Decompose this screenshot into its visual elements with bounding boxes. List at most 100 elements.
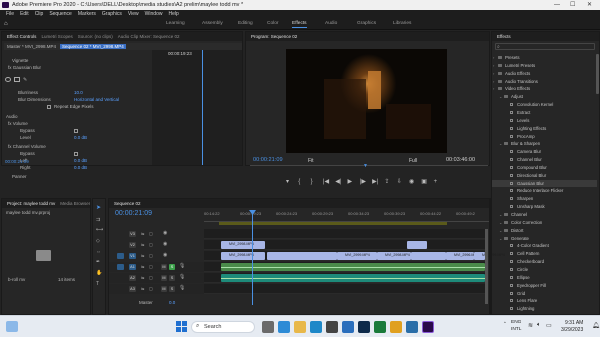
- workspace-tab-audio[interactable]: Audio: [325, 18, 337, 30]
- quality-dropdown[interactable]: Full: [409, 158, 417, 164]
- home-icon[interactable]: ⌂: [4, 18, 8, 30]
- weather-icon[interactable]: [6, 321, 18, 332]
- expand-chevron-icon[interactable]: ›: [493, 62, 494, 69]
- expand-chevron-icon[interactable]: ›: [493, 54, 494, 61]
- windows-start-icon[interactable]: [176, 321, 187, 332]
- volume-icon[interactable]: 🔈︎: [537, 322, 541, 329]
- ec-tab-2[interactable]: Source: (no clips): [78, 34, 113, 39]
- workspace-tab-learning[interactable]: Learning: [166, 18, 185, 30]
- marker-icon[interactable]: ▾: [286, 179, 289, 186]
- ec-tab-0[interactable]: Effect Controls: [7, 34, 36, 39]
- ec-checkbox[interactable]: [74, 129, 78, 133]
- compare-icon[interactable]: ▣: [421, 179, 427, 186]
- effects-item[interactable]: Channel Blur: [492, 156, 597, 163]
- rectangle-mask-icon[interactable]: [14, 77, 20, 82]
- video-clip[interactable]: MVI_2998.MP4: [221, 241, 265, 249]
- selection-tool-icon[interactable]: ➤: [96, 204, 101, 211]
- go-to-out-icon[interactable]: ▶|: [372, 179, 378, 186]
- timeline-tab[interactable]: Sequence 02: [114, 201, 141, 206]
- pen-mask-icon[interactable]: ✎: [23, 77, 27, 83]
- battery-icon[interactable]: ▭: [546, 322, 552, 329]
- effects-item[interactable]: Eyedropper Fill: [492, 282, 597, 289]
- program-scrubber[interactable]: [250, 165, 488, 166]
- ec-tab-1[interactable]: Lumetri Scopes: [41, 34, 72, 39]
- effects-item[interactable]: Reduce Interlace Flicker: [492, 187, 597, 194]
- menu-sequence[interactable]: Sequence: [49, 11, 72, 17]
- audio-clip[interactable]: [221, 263, 485, 271]
- menu-graphics[interactable]: Graphics: [102, 11, 122, 17]
- effects-item[interactable]: Lighting Effects: [492, 125, 597, 132]
- ec-checkbox[interactable]: [74, 152, 78, 156]
- ec-playhead[interactable]: [202, 50, 203, 165]
- timeline-scrollbar[interactable]: [485, 229, 488, 304]
- effects-item[interactable]: Sharpen: [492, 195, 597, 202]
- effects-item[interactable]: › Presets: [492, 54, 597, 61]
- video-clip[interactable]: MVI_2998.MP4: [221, 252, 265, 260]
- effects-item[interactable]: ⌄ Blur & Sharpen: [492, 140, 597, 147]
- effects-item[interactable]: Lightning: [492, 305, 597, 312]
- workspace-tab-effects[interactable]: Effects: [292, 18, 307, 30]
- video-clip[interactable]: [407, 241, 427, 249]
- ec-row-value[interactable]: 0.0 dB: [74, 135, 87, 140]
- expand-chevron-icon[interactable]: ⌄: [499, 93, 502, 100]
- effects-item[interactable]: ⌄ Channel: [492, 211, 597, 218]
- ec-timeline[interactable]: 00:00:19:23: [152, 50, 242, 165]
- wifi-icon[interactable]: ≋: [528, 322, 533, 329]
- program-timecode[interactable]: 00:00:21:09: [253, 157, 283, 163]
- slip-tool-icon[interactable]: ⇔: [96, 249, 101, 255]
- ec-sequence-label[interactable]: Sequence 02 * MVI_2998.MP4: [60, 44, 126, 49]
- expand-chevron-icon[interactable]: ›: [493, 78, 494, 85]
- taskbar-search-input[interactable]: ⌕ Search: [191, 321, 255, 333]
- expand-chevron-icon[interactable]: ⌄: [499, 235, 502, 242]
- ec-row-value[interactable]: 0.0 dB: [74, 158, 87, 163]
- out-point-icon[interactable]: }: [311, 179, 313, 186]
- ec-row-value[interactable]: Horizontal and Vertical: [74, 97, 119, 102]
- go-to-in-icon[interactable]: |◀: [323, 179, 329, 186]
- extract-icon[interactable]: ⇩: [397, 179, 402, 186]
- spotify-icon[interactable]: [374, 321, 386, 333]
- step-back-icon[interactable]: ◀|: [335, 179, 341, 186]
- clock-date[interactable]: 3/29/2023: [561, 327, 583, 333]
- project-tab-1[interactable]: Media Browser: [60, 201, 90, 206]
- ellipse-mask-icon[interactable]: [5, 77, 11, 82]
- workspace-tab-graphics[interactable]: Graphics: [357, 18, 376, 30]
- effects-item[interactable]: Levels: [492, 117, 597, 124]
- play-icon[interactable]: ▶: [348, 179, 353, 186]
- video-clip[interactable]: MVI_299.MP4: [474, 252, 505, 260]
- word-icon[interactable]: [406, 321, 418, 333]
- file-explorer-icon[interactable]: [294, 321, 306, 333]
- step-forward-icon[interactable]: |▶: [360, 179, 366, 186]
- project-tab-0[interactable]: Project: maylee todd mv: [7, 201, 55, 206]
- menu-help[interactable]: Help: [168, 11, 178, 17]
- chrome-icon[interactable]: [390, 321, 402, 333]
- effects-item[interactable]: Directional Blur: [492, 172, 597, 179]
- language-top[interactable]: ENG: [511, 320, 521, 325]
- notifications-icon[interactable]: 🔔︎: [592, 322, 600, 329]
- video-clip[interactable]: MVI_2996.MP4: [446, 252, 479, 260]
- menu-markers[interactable]: Markers: [78, 11, 96, 17]
- effects-item[interactable]: › Audio Transitions: [492, 78, 597, 85]
- clock-time[interactable]: 9:31 AM: [565, 320, 583, 326]
- video-clip[interactable]: [267, 252, 337, 260]
- effects-item[interactable]: Convolution Kernel: [492, 101, 597, 108]
- menu-clip[interactable]: Clip: [35, 11, 44, 17]
- ec-timecode[interactable]: 00:00:21:09: [5, 159, 29, 164]
- effects-item[interactable]: ⌄ Generate: [492, 235, 597, 242]
- ripple-edit-tool-icon[interactable]: ⟷: [96, 227, 103, 233]
- effects-item[interactable]: › Audio Effects: [492, 70, 597, 77]
- effects-item[interactable]: Circle: [492, 266, 597, 273]
- type-tool-icon[interactable]: T: [96, 281, 99, 287]
- timeline-playhead[interactable]: [252, 210, 253, 305]
- timeline-timecode[interactable]: 00:00:21:09: [115, 210, 152, 217]
- expand-chevron-icon[interactable]: ›: [493, 70, 494, 77]
- expand-chevron-icon[interactable]: ⌄: [499, 227, 502, 234]
- workspace-tab-libraries[interactable]: Libraries: [393, 18, 411, 30]
- minimize-button[interactable]: —: [554, 0, 560, 10]
- photoshop-icon[interactable]: [358, 321, 370, 333]
- pen-tool-icon[interactable]: ✒: [96, 259, 100, 265]
- workspace-tab-editing[interactable]: Editing: [238, 18, 253, 30]
- ec-row-value[interactable]: 0.0 dB: [74, 165, 87, 170]
- audio-clip[interactable]: [221, 274, 485, 282]
- effects-item[interactable]: 4-Color Gradient: [492, 242, 597, 249]
- master-track-value[interactable]: 0.0: [169, 300, 175, 305]
